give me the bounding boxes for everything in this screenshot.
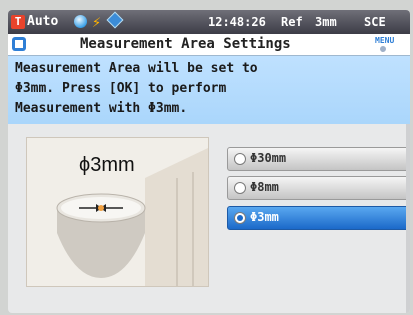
info-message: Measurement Area will be set to Φ3mm. Pr… — [8, 56, 410, 124]
option-30mm[interactable]: Φ30mm — [227, 147, 410, 171]
mode-label: Auto — [27, 14, 59, 29]
flash-icon: ⚡ — [92, 13, 102, 31]
option-8mm[interactable]: Φ8mm — [227, 176, 410, 200]
light-source-icon — [74, 15, 87, 28]
reference-label: Ref — [281, 15, 303, 29]
option-3mm[interactable]: Φ3mm — [227, 206, 410, 230]
radio-selected-icon — [234, 212, 246, 224]
screen-edge — [406, 124, 410, 313]
status-bar: T Auto ⚡ 12:48:26 Ref 3mm SCE — [8, 10, 410, 34]
target-icon: T — [11, 15, 25, 29]
specular-icon — [106, 11, 124, 29]
radio-icon — [234, 153, 246, 165]
option-label: Φ30mm — [250, 151, 287, 165]
area-label: 3mm — [315, 15, 337, 29]
radio-icon — [234, 182, 246, 194]
title-bar: Measurement Area Settings MENU — [8, 34, 410, 56]
option-label: Φ8mm — [250, 180, 279, 194]
clock-time: 12:48:26 — [208, 15, 266, 29]
message-line-3: Measurement with Φ3mm. — [15, 101, 188, 116]
menu-button[interactable]: MENU — [375, 36, 394, 45]
option-label: Φ3mm — [250, 210, 279, 224]
sce-label: SCE — [364, 15, 386, 29]
measurement-area-illustration: ϕ3mm — [26, 137, 209, 287]
page-title: Measurement Area Settings — [80, 36, 291, 52]
message-line-1: Measurement Area will be set to — [15, 61, 258, 76]
menu-icon — [380, 46, 386, 52]
illustration-label: ϕ3mm — [79, 154, 135, 176]
device-screen: T Auto ⚡ 12:48:26 Ref 3mm SCE Measuremen… — [8, 10, 410, 313]
message-line-2: Φ3mm. Press [OK] to perform — [15, 81, 227, 96]
home-icon[interactable] — [12, 37, 26, 51]
